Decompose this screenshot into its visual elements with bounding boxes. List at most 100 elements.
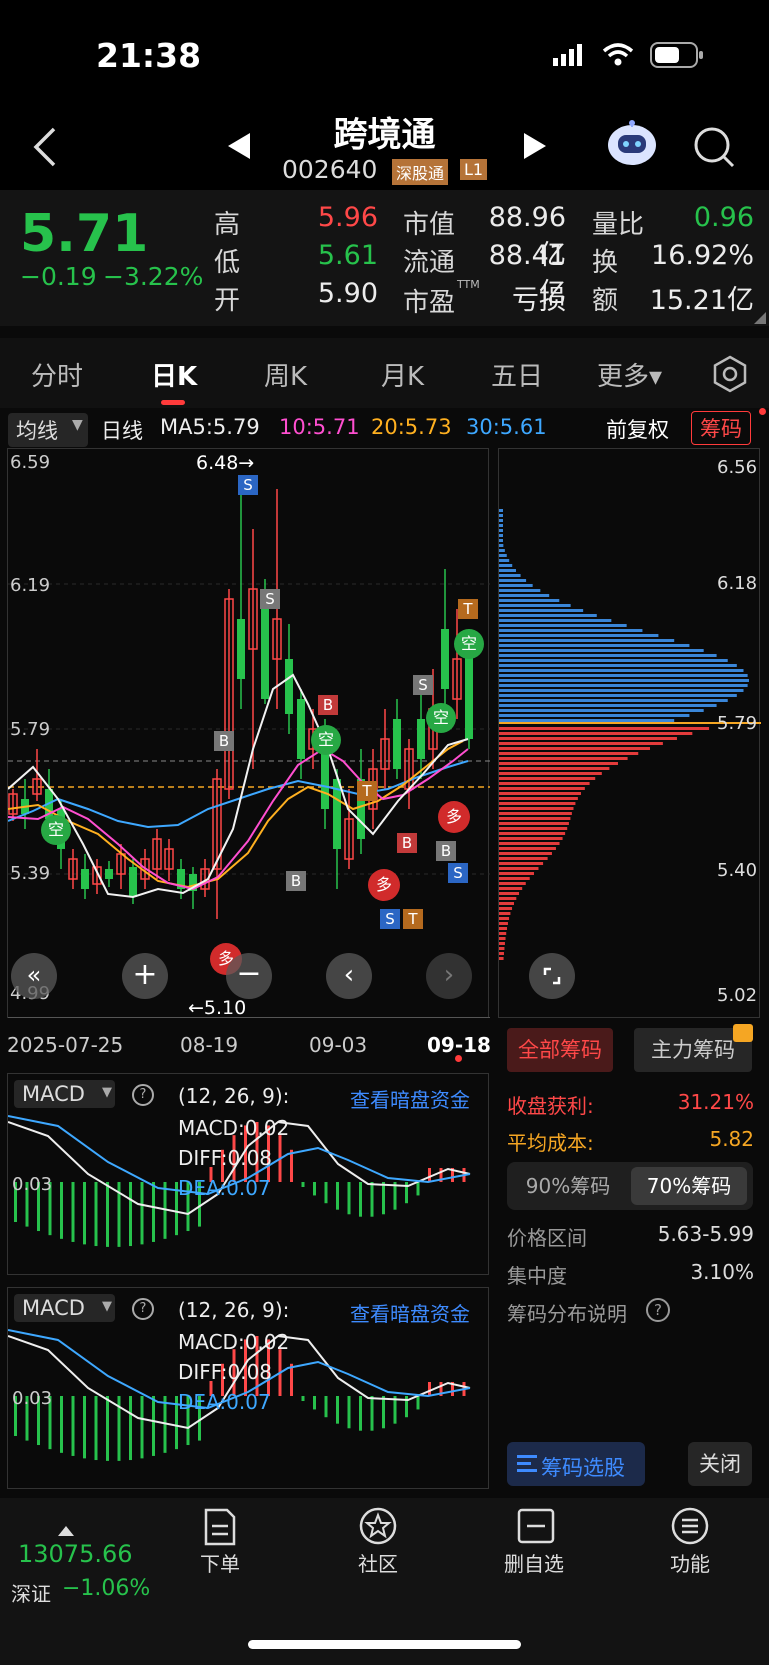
- indicator-selector[interactable]: 均线 ▼: [8, 413, 88, 447]
- tab-monthly-k[interactable]: 月K: [381, 356, 424, 393]
- help-icon[interactable]: ?: [132, 1084, 154, 1106]
- candle-body: [261, 599, 269, 699]
- scroll-right-icon[interactable]: ›: [426, 953, 472, 999]
- tab-five-day[interactable]: 五日: [491, 356, 543, 393]
- next-stock-icon[interactable]: [522, 131, 548, 161]
- macd-bar: [370, 1396, 374, 1431]
- help-icon[interactable]: ?: [132, 1298, 154, 1320]
- volume-ratio-value: 0.96: [693, 202, 754, 233]
- quote-panel: 5.71 −0.19 −3.22% 高 5.96 低 5.61 开 5.90 市…: [0, 190, 769, 326]
- macd-params: (12, 26, 9):: [178, 1298, 290, 1322]
- remove-watchlist-icon[interactable]: [517, 1508, 555, 1544]
- scroll-left-icon[interactable]: ‹: [326, 953, 372, 999]
- function-menu-icon[interactable]: [670, 1506, 710, 1546]
- chip-bar: [499, 629, 643, 632]
- chip-bar: [499, 704, 717, 707]
- macd-panel-1[interactable]: MACD ▼ ? (12, 26, 9): 查看暗盘资金 MACD:0.02 DI…: [7, 1073, 489, 1275]
- chip-bar: [499, 852, 552, 855]
- chip-bar: [499, 694, 737, 697]
- chip-bar: [499, 514, 503, 517]
- tab-all-chips[interactable]: 全部筹码: [507, 1028, 613, 1072]
- chip-bar: [499, 927, 508, 930]
- chip-select-button[interactable]: 筹码选股: [507, 1442, 645, 1486]
- macd-bar: [94, 1182, 98, 1247]
- seg-70-percent[interactable]: 70%筹码: [631, 1167, 747, 1205]
- candle-body: [285, 659, 293, 714]
- zoom-out-icon[interactable]: −: [226, 953, 272, 999]
- concentration-value: 3.10%: [690, 1260, 754, 1284]
- help-icon[interactable]: ?: [646, 1298, 670, 1322]
- macd-selector[interactable]: MACD ▼: [14, 1294, 115, 1322]
- community-icon[interactable]: [358, 1506, 398, 1546]
- chip-bar: [499, 892, 520, 895]
- signal-badge-b: B: [286, 871, 306, 891]
- fullscreen-icon[interactable]: [529, 953, 575, 999]
- chip-axis-label: 5.79: [717, 713, 758, 734]
- macd-bar: [313, 1396, 316, 1410]
- adjust-mode[interactable]: 前复权: [606, 414, 669, 444]
- market-tag: 深股通: [392, 159, 449, 185]
- chip-bar: [499, 644, 690, 647]
- macd-bar: [140, 1396, 144, 1459]
- expand-up-icon[interactable]: [58, 1524, 74, 1536]
- ma30-value: 30:5.61: [466, 415, 547, 439]
- macd-bar: [382, 1396, 385, 1429]
- dark-pool-link[interactable]: 查看暗盘资金: [350, 1298, 470, 1327]
- chip-distribution-chart[interactable]: 6.56 6.18 5.79 5.40 5.02: [498, 448, 761, 1018]
- chip-bars: [499, 509, 761, 960]
- index-name: 深证: [11, 1582, 51, 1606]
- zoom-in-icon[interactable]: +: [122, 953, 168, 999]
- tab-intraday[interactable]: 分时: [31, 356, 83, 393]
- chip-bar: [499, 827, 568, 830]
- profit-label: 收盘获利:: [507, 1094, 594, 1118]
- zoom-left-icon[interactable]: «: [11, 953, 57, 999]
- period-tabs: 分时 日K 周K 月K 五日 更多▾: [0, 338, 769, 408]
- tab-daily-k[interactable]: 日K: [151, 356, 197, 393]
- macd-selector[interactable]: MACD ▼: [14, 1080, 115, 1108]
- battery-icon: [650, 42, 703, 68]
- macd-bar: [324, 1396, 328, 1418]
- expand-corner-icon[interactable]: [754, 312, 766, 324]
- order-button[interactable]: 下单: [180, 1548, 260, 1577]
- tab-weekly-k[interactable]: 周K: [264, 356, 307, 393]
- open-label: 开: [214, 286, 241, 316]
- macd-bar: [416, 1396, 420, 1410]
- candle-body: [129, 867, 137, 897]
- open-value: 5.90: [317, 278, 378, 309]
- candle-body: [441, 629, 449, 689]
- list-icon: [517, 1455, 537, 1472]
- seg-90-percent[interactable]: 90%筹码: [513, 1167, 623, 1205]
- remove-watchlist-button[interactable]: 删自选: [494, 1548, 574, 1577]
- macd-panel-2[interactable]: MACD ▼ ? (12, 26, 9): 查看暗盘资金 MACD:0.02 DI…: [7, 1287, 489, 1489]
- chip-bar: [499, 857, 548, 860]
- chip-bar: [499, 777, 596, 780]
- chip-bar: [499, 679, 749, 682]
- kline-chart[interactable]: 6.59 6.19 5.79 5.39 4.99 6.48→ ←5.10 S S…: [7, 448, 490, 1019]
- chips-toggle-button[interactable]: 筹码: [691, 411, 751, 445]
- price-range-value: 5.63-5.99: [657, 1222, 754, 1246]
- chip-bar: [499, 574, 521, 577]
- settings-hex-icon[interactable]: [710, 354, 750, 394]
- macd-value: MACD:0.02: [178, 1330, 290, 1354]
- chip-bar: [499, 614, 597, 617]
- signal-badge-short: 空: [454, 629, 484, 659]
- dark-pool-link[interactable]: 查看暗盘资金: [350, 1084, 470, 1113]
- tab-more[interactable]: 更多▾: [597, 356, 662, 393]
- chip-bar: [499, 604, 571, 607]
- chevron-down-icon: ▼: [72, 417, 83, 433]
- chip-bar: [499, 837, 563, 840]
- macd-bar: [336, 1182, 339, 1210]
- turnover-value: 16.92%: [651, 240, 754, 271]
- function-button[interactable]: 功能: [650, 1548, 730, 1577]
- stock-code: 002640: [282, 155, 378, 184]
- macd-axis-label: 0.03: [12, 1388, 53, 1409]
- order-icon[interactable]: [203, 1508, 237, 1546]
- chip-explain-link[interactable]: 筹码分布说明: [507, 1298, 627, 1327]
- chip-bar: [499, 922, 508, 925]
- ai-robot-icon[interactable]: [604, 115, 660, 171]
- search-icon[interactable]: [692, 125, 736, 169]
- community-button[interactable]: 社区: [338, 1548, 418, 1577]
- macd-bar: [301, 1182, 305, 1187]
- close-chips-button[interactable]: 关闭: [688, 1442, 752, 1486]
- index-value[interactable]: 13075.66: [18, 1540, 133, 1568]
